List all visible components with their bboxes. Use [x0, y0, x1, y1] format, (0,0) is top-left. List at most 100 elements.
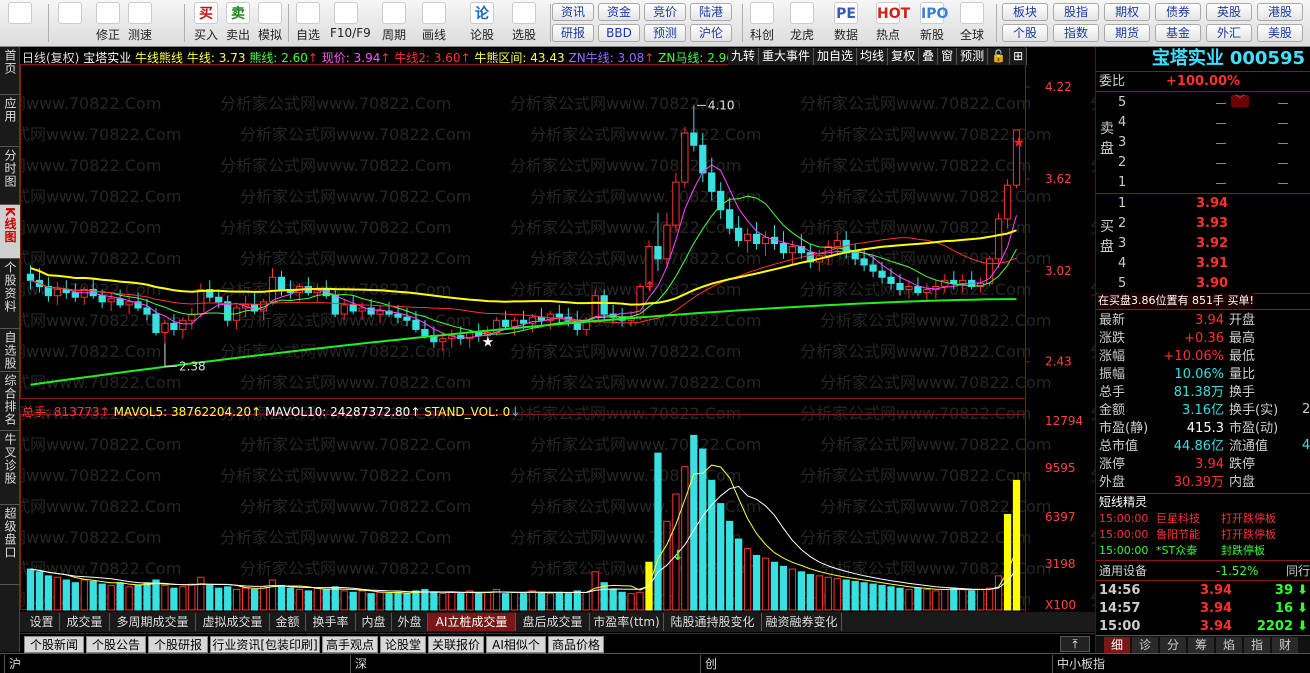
sell-row-4[interactable]: 4 — [1096, 114, 1310, 132]
toolbar-button-4[interactable]: 买买入 — [190, 2, 222, 44]
toolbar-button-9[interactable]: 周期 — [378, 2, 410, 44]
sell-row-2[interactable]: 2 — [1096, 154, 1310, 172]
toolbar-button-0[interactable] — [4, 2, 36, 44]
left-nav-自选股[interactable]: 自选股 — [0, 329, 20, 372]
indicator-tab-10[interactable]: 市盈率(ttm) — [590, 613, 664, 631]
sell-row-1[interactable]: 1 — [1096, 174, 1310, 192]
indicator-tab-8[interactable]: AI立桩成交量 — [428, 613, 516, 631]
status-item-3[interactable]: 中小板指 — [1052, 655, 1302, 673]
left-nav-综合排名[interactable]: 综合排名 — [0, 372, 20, 431]
news-tab-8[interactable]: 商品价格 — [548, 636, 604, 653]
news-tab-6[interactable]: 关联报价 — [428, 636, 484, 653]
menu-期权[interactable]: 期权 — [1104, 3, 1150, 21]
chart-tool-0[interactable]: 九转 — [728, 48, 760, 65]
menu-陆港[interactable]: 陆港 — [690, 3, 732, 21]
buy-row-1[interactable]: 1 3.94 — [1096, 195, 1310, 213]
sector-row[interactable]: 通用设备 -1.52% 同行 — [1096, 562, 1310, 580]
sell-row-3[interactable]: 3 — [1096, 134, 1310, 152]
status-item-2[interactable]: 创 — [700, 655, 1040, 673]
left-nav-超级盘口[interactable]: 超级盘口 — [0, 505, 20, 585]
left-nav-分时图[interactable]: 分时图 — [0, 147, 20, 205]
toolbar-button-14[interactable]: 龙虎 — [786, 2, 818, 44]
left-nav-首页[interactable]: 首页 — [0, 47, 20, 95]
news-tab-5[interactable]: 论股堂 — [380, 636, 426, 653]
kline-chart[interactable]: 分析家公式网www.70822.Com 分析家公式网www.70822.Com 分析… — [20, 47, 1095, 612]
sell-row-5[interactable]: 5 — [1096, 94, 1310, 112]
menu-债券[interactable]: 债券 — [1155, 3, 1201, 21]
elves-row-1[interactable]: 15:00:00 鲁阳节能 打开跌停板 — [1096, 527, 1310, 543]
indicator-tab-3[interactable]: 虚拟成交量 — [196, 613, 270, 631]
chart-tool-7[interactable]: 预测 — [957, 48, 989, 65]
news-tab-2[interactable]: 个股研报 — [148, 636, 208, 653]
toolbar-button-18[interactable]: 全球 — [956, 2, 988, 44]
menu-英股[interactable]: 英股 — [1206, 3, 1252, 21]
menu-预测[interactable]: 预测 — [644, 24, 686, 42]
menu-个股[interactable]: 个股 — [1002, 24, 1048, 42]
menu-BBD[interactable]: BBD — [598, 24, 640, 42]
indicator-tab-12[interactable]: 融资融券变化 — [762, 613, 842, 631]
menu-资讯[interactable]: 资讯 — [552, 3, 594, 21]
toolbar-button-10[interactable]: 画线 — [418, 2, 450, 44]
chart-area[interactable]: 分析家公式网www.70822.Com 分析家公式网www.70822.Com 分析… — [20, 47, 1095, 612]
panel-tab-焰[interactable]: 焰 — [1216, 637, 1242, 653]
panel-tab-指[interactable]: 指 — [1244, 637, 1270, 653]
chart-tool-2[interactable]: 加自选 — [814, 48, 858, 65]
panel-tab-财[interactable]: 财 — [1272, 637, 1298, 653]
toolbar-button-17[interactable]: IPO 新股 — [916, 2, 948, 44]
menu-沪伦[interactable]: 沪伦 — [690, 24, 732, 42]
toolbar-button-16[interactable]: HOT 热点 — [872, 2, 910, 44]
buy-row-2[interactable]: 2 3.93 — [1096, 215, 1310, 233]
toolbar-button-13[interactable]: 科创 — [746, 2, 778, 44]
chart-tool-6[interactable]: 窗 — [938, 48, 958, 65]
news-tab-7[interactable]: AI相似个股 — [486, 636, 546, 669]
buy-row-3[interactable]: 3 3.92 — [1096, 235, 1310, 253]
chart-tool-1[interactable]: 重大事件 — [759, 48, 815, 65]
menu-股指[interactable]: 股指 — [1053, 3, 1099, 21]
indicator-tab-6[interactable]: 内盘 — [356, 613, 392, 631]
menu-期货[interactable]: 期货 — [1104, 24, 1150, 42]
indicator-tab-7[interactable]: 外盘 — [392, 613, 428, 631]
indicator-tab-11[interactable]: 陆股通持股变化 — [664, 613, 762, 631]
chart-tool-3[interactable]: 均线 — [857, 48, 889, 65]
indicator-tab-4[interactable]: 金额 — [270, 613, 306, 631]
chart-tool-4[interactable]: 复权 — [888, 48, 920, 65]
chart-tool-9[interactable]: ⊞ — [1010, 48, 1028, 65]
status-item-0[interactable]: 沪 — [4, 655, 344, 673]
menu-美股[interactable]: 美股 — [1257, 24, 1303, 42]
menu-指数[interactable]: 指数 — [1053, 24, 1099, 42]
menu-研报[interactable]: 研报 — [552, 24, 594, 42]
toolbar-button-7[interactable]: 自选 — [292, 2, 324, 44]
left-nav-K线图[interactable]: K线图 — [0, 205, 20, 259]
indicator-tab-9[interactable]: 盘后成交量 — [516, 613, 590, 631]
status-item-1[interactable]: 深 — [350, 655, 690, 673]
news-tab-3[interactable]: 行业资讯[包装印刷] — [210, 636, 320, 653]
elves-row-2[interactable]: 15:00:00 *ST众泰 封跌停板 — [1096, 543, 1310, 559]
menu-外汇[interactable]: 外汇 — [1206, 24, 1252, 42]
news-tab-4[interactable]: 高手观点 — [322, 636, 378, 653]
panel-tab-筹[interactable]: 筹 — [1188, 637, 1214, 653]
toolbar-button-12[interactable]: 选股 — [508, 2, 540, 44]
news-tab-1[interactable]: 个股公告 — [86, 636, 146, 653]
panel-tab-诊[interactable]: 诊 — [1132, 637, 1158, 653]
toolbar-button-6[interactable]: 模拟 — [254, 2, 286, 44]
panel-tab-分[interactable]: 分 — [1160, 637, 1186, 653]
menu-板块[interactable]: 板块 — [1002, 3, 1048, 21]
menu-竞价[interactable]: 竞价 — [644, 3, 686, 21]
toolbar-button-8[interactable]: F10/F9 — [330, 2, 371, 44]
left-nav-个股资料[interactable]: 个股资料 — [0, 259, 20, 329]
toolbar-button-2[interactable]: 修正 — [92, 2, 124, 44]
left-nav-应用[interactable]: 应用 — [0, 95, 20, 147]
news-tab-0[interactable]: 个股新闻 — [24, 636, 84, 653]
elves-row-0[interactable]: 15:00:00 巨星科技 打开跌停板 — [1096, 511, 1310, 527]
menu-港股[interactable]: 港股 — [1257, 3, 1303, 21]
indicator-tab-1[interactable]: 成交量 — [60, 613, 110, 631]
scroll-up-button[interactable]: ⤒ — [1060, 636, 1090, 652]
buy-row-4[interactable]: 4 3.91 — [1096, 255, 1310, 273]
toolbar-button-15[interactable]: PE 数据 — [830, 2, 862, 44]
indicator-tab-0[interactable]: 设置 — [24, 613, 60, 631]
chart-tool-8[interactable]: 🔓 — [988, 48, 1011, 65]
indicator-tab-5[interactable]: 换手率 — [306, 613, 356, 631]
toolbar-button-11[interactable]: 论论股 — [466, 2, 498, 44]
menu-基金[interactable]: 基金 — [1155, 24, 1201, 42]
left-nav-牛叉诊股[interactable]: 牛叉诊股 — [0, 431, 20, 505]
